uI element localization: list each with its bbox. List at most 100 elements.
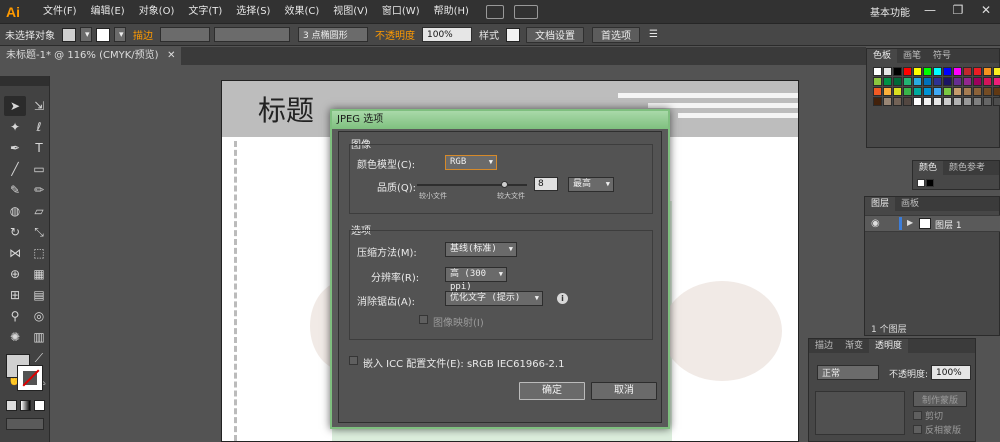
symbol-sprayer-tool-icon[interactable]: ✺ — [4, 327, 26, 347]
color-swatch[interactable] — [913, 87, 922, 96]
color-swatch[interactable] — [933, 87, 942, 96]
stroke-weight-field[interactable] — [160, 27, 210, 42]
make-mask-button[interactable]: 制作蒙版 — [913, 391, 968, 407]
color-swatch[interactable] — [983, 87, 992, 96]
color-swatch[interactable] — [993, 67, 1000, 76]
resolution-select[interactable]: 高 (300 ppi) ▼ — [445, 267, 507, 292]
rotate-tool-icon[interactable]: ↻ — [4, 222, 26, 242]
fill-swatch[interactable] — [62, 27, 76, 42]
embed-icc-checkbox[interactable] — [349, 356, 358, 365]
info-icon[interactable]: i — [557, 293, 568, 304]
tab-symbols[interactable]: 符号 — [927, 49, 957, 63]
color-swatch[interactable] — [963, 87, 972, 96]
stroke-label[interactable]: 描边 — [133, 27, 153, 42]
image-map-checkbox[interactable] — [419, 315, 428, 324]
scale-tool-icon[interactable]: ⤡ — [28, 222, 50, 242]
white-swatch[interactable] — [917, 179, 925, 187]
stroke-dropdown-icon[interactable]: ▾ — [114, 27, 126, 42]
tab-layers[interactable]: 图层 — [865, 197, 896, 211]
stroke-swatch[interactable] — [96, 27, 110, 42]
color-swatch[interactable] — [963, 67, 972, 76]
tab-color[interactable]: 颜色 — [913, 161, 944, 175]
style-swatch[interactable] — [506, 27, 520, 42]
color-swatch[interactable] — [903, 87, 912, 96]
blend-mode-select[interactable]: 正常 — [817, 365, 879, 380]
menu-edit[interactable]: 编辑(E) — [84, 0, 132, 24]
color-swatch[interactable] — [953, 77, 962, 86]
color-swatch[interactable] — [973, 97, 982, 106]
color-swatch[interactable] — [973, 67, 982, 76]
opacity-label[interactable]: 不透明度 — [375, 27, 415, 42]
color-swatch[interactable] — [883, 87, 892, 96]
menu-type[interactable]: 文字(T) — [181, 0, 229, 24]
color-swatch[interactable] — [943, 97, 952, 106]
menu-effect[interactable]: 效果(C) — [277, 0, 326, 24]
minimize-icon[interactable]: — — [916, 0, 944, 20]
color-swatch[interactable] — [953, 97, 962, 106]
menu-file[interactable]: 文件(F) — [36, 0, 84, 24]
artboard-title-text[interactable]: 标题 — [258, 89, 314, 129]
color-swatch[interactable] — [923, 77, 932, 86]
quality-preset-select[interactable]: 最高 ▼ — [568, 177, 614, 192]
quality-slider-track[interactable] — [417, 184, 527, 186]
menu-select[interactable]: 选择(S) — [229, 0, 277, 24]
preferences-button[interactable]: 首选项 — [592, 26, 640, 43]
menu-window[interactable]: 窗口(W) — [375, 0, 427, 24]
panel-menu-icon[interactable]: ☰ — [649, 29, 658, 40]
type-tool-icon[interactable]: T — [28, 138, 50, 158]
color-swatch[interactable] — [913, 67, 922, 76]
direct-selection-tool-icon[interactable]: ⇲ — [28, 96, 50, 116]
color-swatch[interactable] — [933, 67, 942, 76]
color-swatch[interactable] — [873, 87, 882, 96]
color-swatch[interactable] — [923, 97, 932, 106]
color-swatch[interactable] — [943, 67, 952, 76]
tab-artboards[interactable]: 画板 — [895, 197, 925, 211]
width-tool-icon[interactable]: ⋈ — [4, 243, 26, 263]
eyedropper-tool-icon[interactable]: ⚲ — [4, 306, 26, 326]
restore-icon[interactable]: ❐ — [944, 0, 972, 20]
color-swatch[interactable] — [933, 97, 942, 106]
color-swatch[interactable] — [873, 97, 882, 106]
antialias-select[interactable]: 优化文字 (提示) ▼ — [445, 291, 543, 306]
layer-name[interactable]: 图层 1 — [935, 218, 962, 231]
document-setup-button[interactable]: 文档设置 — [526, 26, 584, 43]
tab-brushes[interactable]: 画笔 — [897, 49, 927, 63]
color-swatch[interactable] — [943, 87, 952, 96]
blend-tool-icon[interactable]: ◎ — [28, 306, 50, 326]
menu-object[interactable]: 对象(O) — [132, 0, 182, 24]
color-swatch[interactable] — [993, 87, 1000, 96]
lasso-tool-icon[interactable]: ℓ — [28, 117, 50, 137]
color-mode-icon[interactable] — [6, 400, 17, 411]
color-swatch[interactable] — [963, 97, 972, 106]
pen-tool-icon[interactable]: ✒ — [4, 138, 26, 158]
perspective-grid-tool-icon[interactable]: ▦ — [28, 264, 50, 284]
tab-swatches[interactable]: 色板 — [867, 49, 898, 63]
color-swatch[interactable] — [923, 67, 932, 76]
magic-wand-tool-icon[interactable]: ✦ — [4, 117, 26, 137]
color-swatch[interactable] — [893, 97, 902, 106]
black-swatch[interactable] — [926, 179, 934, 187]
color-swatch[interactable] — [993, 97, 1000, 106]
invert-mask-checkbox[interactable] — [913, 425, 922, 434]
pencil-tool-icon[interactable]: ✏ — [28, 180, 50, 200]
opacity-field[interactable]: 100% — [422, 27, 472, 42]
transparency-opacity-field[interactable]: 100% — [931, 365, 971, 380]
color-swatch[interactable] — [883, 97, 892, 106]
none-mode-icon[interactable] — [34, 400, 45, 411]
paintbrush-tool-icon[interactable]: ✎ — [4, 180, 26, 200]
cancel-button[interactable]: 取消 — [591, 382, 657, 400]
visibility-eye-icon[interactable]: ◉ — [871, 218, 880, 229]
dialog-title[interactable]: JPEG 选项 — [332, 111, 668, 129]
document-tab[interactable]: 未标题-1* @ 116% (CMYK/预览) ✕ — [0, 47, 181, 65]
color-swatch[interactable] — [903, 67, 912, 76]
mesh-tool-icon[interactable]: ⊞ — [4, 285, 26, 305]
brush-dropdown[interactable]: 3 点椭圆形 — [298, 27, 368, 42]
gradient-tool-icon[interactable]: ▤ — [28, 285, 50, 305]
ok-button[interactable]: 确定 — [519, 382, 585, 400]
color-swatch[interactable] — [883, 77, 892, 86]
close-tab-icon[interactable]: ✕ — [167, 47, 175, 65]
clip-checkbox[interactable] — [913, 411, 922, 420]
color-swatch[interactable] — [893, 77, 902, 86]
fill-dropdown-icon[interactable]: ▾ — [80, 27, 92, 42]
eraser-tool-icon[interactable]: ▱ — [28, 201, 50, 221]
